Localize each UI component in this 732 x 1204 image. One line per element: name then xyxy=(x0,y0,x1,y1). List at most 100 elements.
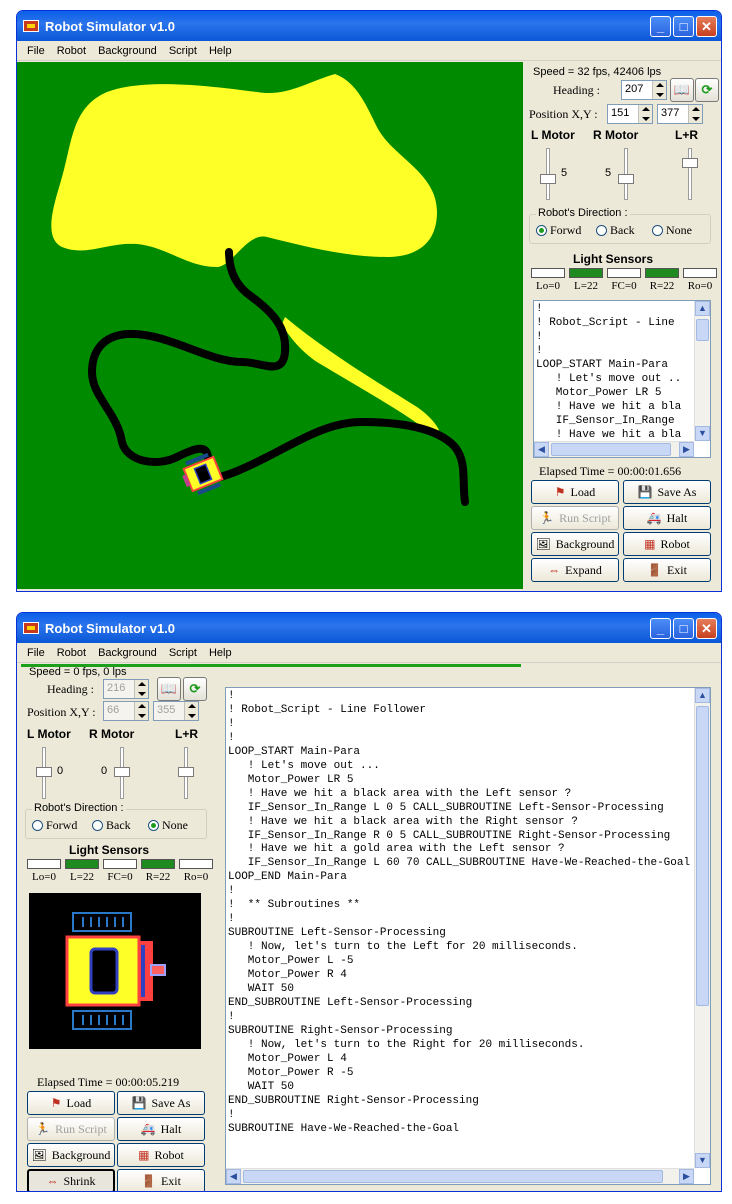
shrink-button[interactable]: ⇔ Shrink xyxy=(27,1169,115,1191)
menu-file[interactable]: File xyxy=(21,45,51,57)
scroll-left-icon[interactable]: ◀ xyxy=(226,1169,241,1184)
title-bar[interactable]: Robot Simulator v1.0 _ □ ✕ xyxy=(17,613,721,643)
sensor-r xyxy=(645,268,679,278)
radio-forward[interactable]: Forwd xyxy=(536,223,581,238)
scroll-thumb[interactable] xyxy=(696,319,709,341)
scroll-right-icon[interactable]: ▶ xyxy=(679,442,694,457)
speed-readout: Speed = 0 fps, 0 lps xyxy=(29,666,127,678)
menu-background[interactable]: Background xyxy=(92,647,163,659)
robot-button[interactable]: ▦ Robot xyxy=(117,1143,205,1167)
heading-spinner[interactable]: 207 xyxy=(621,80,667,100)
minimize-button[interactable]: _ xyxy=(650,15,671,37)
radio-back-label: Back xyxy=(610,223,635,237)
pos-y-spinner[interactable]: 355 xyxy=(153,701,199,721)
sensor-l xyxy=(569,268,603,278)
load-label: Load xyxy=(570,484,596,499)
background-button[interactable]: 🖼 Background xyxy=(531,532,619,556)
lmotor-slider[interactable] xyxy=(535,146,561,202)
halt-button[interactable]: 🚑 Halt xyxy=(623,506,711,530)
menu-help[interactable]: Help xyxy=(203,45,238,57)
hscroll-thumb[interactable] xyxy=(243,1170,663,1183)
close-button[interactable]: ✕ xyxy=(696,15,717,37)
script-text: ! ! Robot_Script - Line ! ! LOOP_START M… xyxy=(536,303,682,441)
position-label: Position X,Y : xyxy=(529,107,598,121)
menu-help[interactable]: Help xyxy=(203,647,238,659)
radio-forward-label: Forwd xyxy=(550,223,582,237)
scroll-up-icon[interactable]: ▲ xyxy=(695,688,710,703)
pos-x-spinner[interactable]: 66 xyxy=(103,701,149,721)
radio-forward[interactable]: Forwd xyxy=(32,818,77,833)
book-icon-button[interactable]: 📖 xyxy=(157,677,181,701)
radio-none[interactable]: None xyxy=(652,223,692,238)
sensor-ro xyxy=(179,859,213,869)
pos-x-spinner[interactable]: 151 xyxy=(607,104,653,124)
save-as-button[interactable]: 💾 Save As xyxy=(117,1091,205,1115)
heading-spinner[interactable]: 216 xyxy=(103,679,149,699)
robot-app-icon xyxy=(23,20,39,32)
menu-bar: File Robot Background Script Help xyxy=(17,41,721,61)
menu-script[interactable]: Script xyxy=(163,647,203,659)
lr-slider[interactable] xyxy=(173,745,199,801)
book-icon-button[interactable]: 📖 xyxy=(670,78,694,102)
shrink-arrows-icon: ⇔ xyxy=(46,1173,59,1188)
direction-group: Robot's Direction : Forwd Back None xyxy=(529,207,711,244)
pos-y-spinner[interactable]: 377 xyxy=(657,104,703,124)
script-editor[interactable]: ! ! Robot_Script - Line Follower ! ! LOO… xyxy=(225,687,711,1185)
background-button[interactable]: 🖼 Background xyxy=(27,1143,115,1167)
save-icon: 💾 xyxy=(637,484,653,499)
script-vscroll[interactable]: ▲ ▼ xyxy=(694,688,710,1168)
scroll-down-icon[interactable]: ▼ xyxy=(695,1153,710,1168)
refresh-icon-button[interactable]: ⟳ xyxy=(183,677,207,701)
lmotor-value: 0 xyxy=(57,765,64,777)
menu-background[interactable]: Background xyxy=(92,45,163,57)
menu-robot[interactable]: Robot xyxy=(51,647,92,659)
run-script-button[interactable]: 🏃 Run Script xyxy=(27,1117,115,1141)
halt-icon: 🚑 xyxy=(140,1121,156,1136)
script-editor[interactable]: ! ! Robot_Script - Line ! ! LOOP_START M… xyxy=(533,300,711,458)
scroll-left-icon[interactable]: ◀ xyxy=(534,442,549,457)
robot-icon: ▦ xyxy=(138,1147,150,1162)
run-script-button[interactable]: 🏃 Run Script xyxy=(531,506,619,530)
refresh-icon-button[interactable]: ⟳ xyxy=(695,78,719,102)
radio-forward-label: Forwd xyxy=(46,818,78,832)
radio-none[interactable]: None xyxy=(148,818,188,833)
radio-back[interactable]: Back xyxy=(596,223,635,238)
scroll-up-icon[interactable]: ▲ xyxy=(695,301,710,316)
script-hscroll[interactable]: ◀ ▶ xyxy=(226,1168,694,1184)
scroll-thumb[interactable] xyxy=(696,706,709,1006)
radio-back[interactable]: Back xyxy=(92,818,131,833)
rmotor-slider[interactable] xyxy=(109,745,135,801)
menu-file[interactable]: File xyxy=(21,647,51,659)
expand-button[interactable]: ⇔ Expand xyxy=(531,558,619,582)
save-icon: 💾 xyxy=(131,1095,147,1110)
sensor-fc-value: FC=0 xyxy=(107,871,133,883)
exit-button[interactable]: 🚪 Exit xyxy=(623,558,711,582)
lmotor-slider[interactable] xyxy=(31,745,57,801)
script-hscroll[interactable]: ◀ ▶ xyxy=(534,441,694,457)
maximize-button[interactable]: □ xyxy=(673,15,694,37)
menu-script[interactable]: Script xyxy=(163,45,203,57)
lr-slider[interactable] xyxy=(677,146,703,202)
script-vscroll[interactable]: ▲ ▼ xyxy=(694,301,710,441)
simulation-field[interactable] xyxy=(17,62,523,589)
sensor-r-value: R=22 xyxy=(145,871,171,883)
menu-robot[interactable]: Robot xyxy=(51,45,92,57)
save-as-button[interactable]: 💾 Save As xyxy=(623,480,711,504)
rmotor-slider[interactable] xyxy=(613,146,639,202)
hscroll-thumb[interactable] xyxy=(551,443,671,456)
load-button[interactable]: ⚑ Load xyxy=(27,1091,115,1115)
scroll-down-icon[interactable]: ▼ xyxy=(695,426,710,441)
load-button[interactable]: ⚑ Load xyxy=(531,480,619,504)
maximize-button[interactable]: □ xyxy=(673,617,694,639)
robot-button[interactable]: ▦ Robot xyxy=(623,532,711,556)
halt-button[interactable]: 🚑 Halt xyxy=(117,1117,205,1141)
exit-button[interactable]: 🚪 Exit xyxy=(117,1169,205,1191)
minimize-button[interactable]: _ xyxy=(650,617,671,639)
background-icon: 🖼 xyxy=(535,536,551,551)
scroll-right-icon[interactable]: ▶ xyxy=(679,1169,694,1184)
background-label: Background xyxy=(555,536,615,551)
close-button[interactable]: ✕ xyxy=(696,617,717,639)
control-panel: Speed = 32 fps, 42406 lps Heading : 207 … xyxy=(525,62,721,589)
title-bar[interactable]: Robot Simulator v1.0 _ □ ✕ xyxy=(17,11,721,41)
window-title: Robot Simulator v1.0 xyxy=(45,18,176,34)
